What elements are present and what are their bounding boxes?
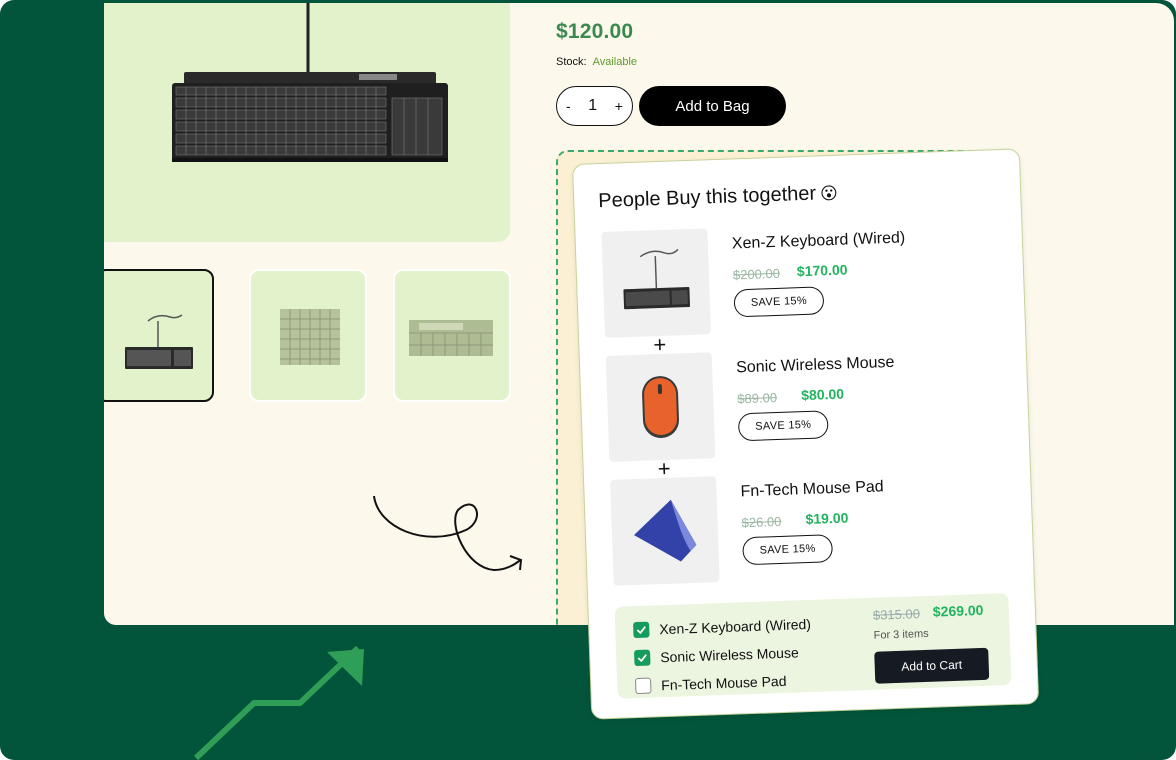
add-to-bag-button[interactable]: Add to Bag (639, 86, 786, 126)
bundle-item-count: For 3 items (873, 627, 929, 642)
save-badge: SAVE 15% (737, 410, 829, 442)
bundle-item[interactable]: Sonic Wireless Mouse $89.00 $80.00 SAVE … (605, 342, 1009, 462)
bundle-item[interactable]: Fn-Tech Mouse Pad $26.00 $19.00 SAVE 15% (610, 466, 1013, 586)
quantity-increase-button[interactable]: + (615, 98, 623, 114)
checkbox-checked[interactable] (633, 621, 650, 639)
bundle-item-name[interactable]: Xen-Z Keyboard (Wired) (732, 229, 906, 253)
quantity-decrease-button[interactable]: - (566, 98, 571, 114)
bundle-checkbox-row[interactable]: Fn-Tech Mouse Pad (634, 672, 787, 695)
add-to-cart-button[interactable]: Add to Cart (874, 647, 990, 684)
bundle-checkbox-row[interactable]: Sonic Wireless Mouse (634, 644, 799, 667)
bundle-item-image (610, 476, 720, 586)
product-main-image (104, 3, 510, 242)
bundle-item-image (605, 352, 716, 462)
quantity-value[interactable]: 1 (588, 97, 597, 115)
quantity-stepper: - 1 + (556, 86, 633, 126)
save-badge: SAVE 15% (742, 534, 834, 566)
bundle-title-text: People Buy this together (597, 182, 817, 213)
keyboard-image (172, 3, 448, 162)
media-keys-closeup-icon (409, 320, 493, 356)
bundle-summary: Xen-Z Keyboard (Wired) Sonic Wireless Mo… (614, 593, 1012, 699)
bundle-item-new-price: $19.00 (805, 509, 849, 528)
bundle-new-total: $269.00 (932, 601, 984, 620)
check-icon (636, 626, 646, 635)
checkbox-checked[interactable] (634, 649, 651, 667)
bundle-checkbox-row[interactable]: Xen-Z Keyboard (Wired) (633, 615, 812, 639)
thumbnail-2[interactable] (249, 269, 367, 402)
bundle-title: People Buy this together 😮 (598, 182, 838, 213)
bundle-item[interactable]: Xen-Z Keyboard (Wired) $200.00 $170.00 S… (601, 218, 1004, 338)
bundle-item-new-price: $170.00 (796, 261, 848, 280)
thumbnail-3[interactable] (393, 269, 511, 402)
checkbox-label: Sonic Wireless Mouse (659, 644, 799, 666)
curly-arrow-doodle (373, 495, 523, 572)
bundle-item-image (601, 228, 712, 338)
bundle-item-old-price: $200.00 (732, 265, 781, 283)
bundle-item-old-price: $89.00 (737, 389, 778, 407)
thumbnail-1[interactable] (104, 269, 214, 402)
bundle-item-old-price: $26.00 (741, 513, 782, 531)
keyboard-thumbnail-icon (125, 314, 193, 369)
product-price: $120.00 (556, 20, 634, 43)
bundle-card: People Buy this together 😮 Xen-Z Keyboard… (572, 148, 1040, 720)
mouse-pad-icon (633, 499, 697, 562)
bundle-old-total: $315.00 (872, 606, 921, 623)
stock-label: Stock: (556, 56, 587, 68)
keys-closeup-icon (280, 309, 340, 365)
bundle-item-name[interactable]: Sonic Wireless Mouse (736, 354, 895, 378)
checkbox-label: Fn-Tech Mouse Pad (660, 672, 787, 694)
stock-status: Stock: Available (556, 56, 637, 68)
growth-arrow-icon (193, 645, 364, 760)
stock-value: Available (592, 56, 638, 68)
surprised-face-icon: 😮 (819, 183, 839, 204)
mouse-icon (642, 376, 679, 439)
checkbox-unchecked[interactable] (634, 677, 652, 695)
check-icon (637, 654, 647, 663)
save-badge: SAVE 15% (733, 286, 825, 318)
checkbox-label: Xen-Z Keyboard (Wired) (659, 615, 812, 638)
bundle-item-name[interactable]: Fn-Tech Mouse Pad (740, 478, 884, 501)
keyboard-icon (623, 248, 691, 310)
bundle-item-new-price: $80.00 (800, 385, 845, 404)
